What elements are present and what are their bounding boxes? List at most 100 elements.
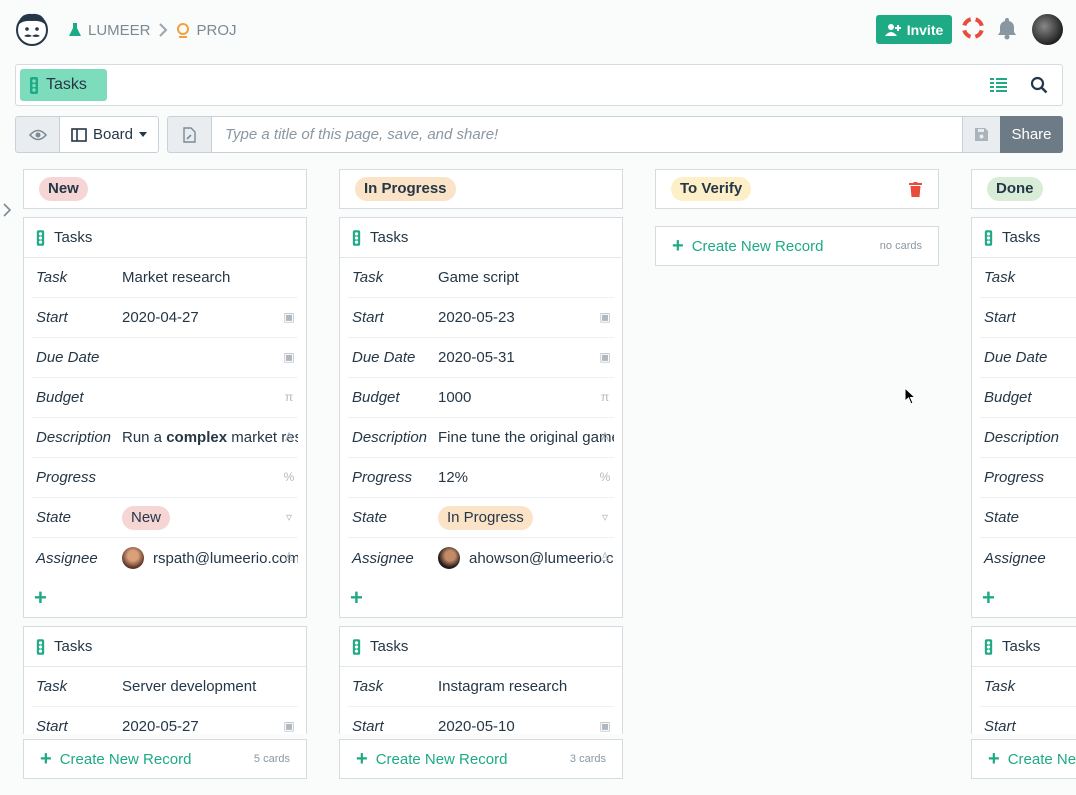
- row-value[interactable]: 2020-05-23: [438, 309, 614, 326]
- column-badge-new: New: [39, 177, 88, 201]
- card-title: Tasks: [340, 218, 622, 258]
- column-header-to-verify[interactable]: To Verify: [655, 169, 939, 209]
- column-header-new[interactable]: New: [23, 169, 307, 209]
- sidebar-expand-chevron-icon[interactable]: [2, 203, 12, 217]
- record-card[interactable]: Tasks Task Server development Start 2020-0…: [23, 626, 307, 734]
- card-row-state[interactable]: State: [980, 498, 1076, 538]
- document-button[interactable]: [167, 116, 212, 153]
- row-value[interactable]: 2020-05-31: [438, 349, 614, 366]
- search-icon[interactable]: [1030, 76, 1048, 94]
- card-row-state[interactable]: State In Progress ▿: [348, 498, 614, 538]
- card-row-start[interactable]: Start 2020-05-27 ▣: [32, 707, 298, 734]
- breadcrumb: LUMEER PROJ: [68, 19, 237, 41]
- row-label: Due Date: [36, 349, 100, 366]
- card-row-assignee[interactable]: Assignee: [980, 538, 1076, 578]
- row-value[interactable]: 2020-05-10: [438, 718, 614, 734]
- perspective-toggle-button[interactable]: [15, 116, 60, 153]
- breadcrumb-workspace[interactable]: LUMEER: [88, 22, 151, 39]
- view-title-input[interactable]: Type a title of this page, save, and sha…: [211, 116, 963, 153]
- row-label: Task: [984, 678, 1016, 695]
- column-header-in-progress[interactable]: In Progress: [339, 169, 623, 209]
- card-row-task[interactable]: Task: [980, 667, 1076, 707]
- card-row-start[interactable]: Start: [980, 707, 1076, 734]
- card-row-budget[interactable]: Budget 1000 π: [348, 378, 614, 418]
- row-value[interactable]: 2020-04-27: [122, 309, 298, 326]
- row-value[interactable]: Market research: [122, 269, 298, 286]
- breadcrumb-project[interactable]: PROJ: [197, 22, 237, 39]
- card-row-description[interactable]: Description Run a complex market research…: [32, 418, 298, 458]
- card-row-state[interactable]: State New ▿: [32, 498, 298, 538]
- row-value[interactable]: In Progress: [438, 505, 614, 530]
- card-row-start[interactable]: Start 2020-05-10 ▣: [348, 707, 614, 734]
- lumeer-logo[interactable]: [14, 11, 50, 47]
- column-header-done[interactable]: Done: [971, 169, 1076, 209]
- card-row-progress[interactable]: Progress 12%%: [348, 458, 614, 498]
- row-value[interactable]: Instagram research: [438, 678, 614, 695]
- create-record-button-new[interactable]: + Create New Record 5 cards: [23, 739, 307, 779]
- add-attribute-button[interactable]: +: [24, 578, 306, 617]
- assignee-email: rspath@lumeerio.com: [153, 549, 298, 567]
- card-row-progress[interactable]: Progress: [980, 458, 1076, 498]
- traffic-light-icon: [36, 229, 45, 246]
- list-view-icon[interactable]: [990, 77, 1007, 93]
- query-chip-tasks[interactable]: Tasks: [20, 69, 107, 101]
- record-card[interactable]: Tasks Task Start: [971, 626, 1076, 734]
- card-row-start[interactable]: Start 2020-04-27 ▣: [32, 298, 298, 338]
- card-row-progress[interactable]: Progress%: [32, 458, 298, 498]
- card-row-start[interactable]: Start: [980, 298, 1076, 338]
- add-attribute-button[interactable]: +: [340, 578, 622, 617]
- trash-icon[interactable]: [909, 182, 922, 197]
- row-label: Start: [352, 309, 384, 326]
- row-value[interactable]: 12%: [438, 469, 614, 486]
- card-row-task[interactable]: Task Server development: [32, 667, 298, 707]
- help-lifebuoy-icon[interactable]: [962, 17, 984, 39]
- record-card[interactable]: Tasks Task Instagram research Start 2020-0…: [339, 626, 623, 734]
- row-label: Progress: [984, 469, 1045, 486]
- card-row-assignee[interactable]: Assignee rspath@lumeerio.com ♙: [32, 538, 298, 578]
- card-row-description[interactable]: Description: [980, 418, 1076, 458]
- notification-bell-icon[interactable]: [995, 16, 1019, 40]
- invite-button[interactable]: Invite: [876, 15, 952, 44]
- project-icon: [176, 23, 189, 38]
- create-record-button-done[interactable]: + Create New Record: [971, 739, 1076, 779]
- traffic-light-icon: [352, 638, 361, 655]
- card-row-start[interactable]: Start 2020-05-23 ▣: [348, 298, 614, 338]
- card-row-due-date[interactable]: Due Date 2020-05-31 ▣: [348, 338, 614, 378]
- search-box[interactable]: [15, 64, 1063, 106]
- card-row-task[interactable]: Task Market research: [32, 258, 298, 298]
- row-label: Start: [984, 718, 1016, 734]
- user-avatar[interactable]: [1032, 14, 1063, 45]
- card-row-description[interactable]: Description Fine tune the original game s…: [348, 418, 614, 458]
- card-row-task[interactable]: Task Instagram research: [348, 667, 614, 707]
- card-row-due-date[interactable]: Due Date: [980, 338, 1076, 378]
- column-body-done: Tasks Task Start Due Date Budget Descrip…: [971, 217, 1076, 734]
- create-record-label: Create New Record: [375, 750, 508, 768]
- create-record-button-to-verify[interactable]: + Create New Record no cards: [655, 226, 939, 266]
- card-row-task[interactable]: Task: [980, 258, 1076, 298]
- row-value[interactable]: Run a complex market research: [122, 429, 298, 446]
- percent-icon: %: [599, 470, 611, 484]
- row-value[interactable]: Game script: [438, 269, 614, 286]
- save-button[interactable]: [962, 116, 1001, 153]
- add-attribute-button[interactable]: +: [972, 578, 1076, 617]
- row-value[interactable]: 2020-05-27: [122, 718, 298, 734]
- card-row-due-date[interactable]: Due Date ▣: [32, 338, 298, 378]
- row-value[interactable]: Fine tune the original game script: [438, 429, 614, 446]
- view-select-button[interactable]: Board: [59, 116, 159, 153]
- record-card[interactable]: Tasks Task Market research Start 2020-04-2…: [23, 217, 307, 618]
- record-card[interactable]: Tasks Task Start Due Date Budget Descrip…: [971, 217, 1076, 618]
- card-row-assignee[interactable]: Assignee ahowson@lumeerio.com♙: [348, 538, 614, 578]
- row-value[interactable]: rspath@lumeerio.com: [122, 547, 298, 569]
- card-row-budget[interactable]: Budget π: [32, 378, 298, 418]
- state-badge: New: [122, 505, 171, 530]
- share-button[interactable]: Share: [1000, 116, 1063, 153]
- row-value[interactable]: Server development: [122, 678, 298, 695]
- create-record-button-in-progress[interactable]: + Create New Record 3 cards: [339, 739, 623, 779]
- row-value[interactable]: ahowson@lumeerio.com: [438, 547, 614, 569]
- card-row-task[interactable]: Task Game script: [348, 258, 614, 298]
- column-badge-in-progress: In Progress: [355, 177, 456, 201]
- card-row-budget[interactable]: Budget: [980, 378, 1076, 418]
- record-card[interactable]: Tasks Task Game script Start 2020-05-23 ▣ D…: [339, 217, 623, 618]
- row-value[interactable]: 1000: [438, 389, 614, 406]
- row-value[interactable]: New: [122, 505, 298, 530]
